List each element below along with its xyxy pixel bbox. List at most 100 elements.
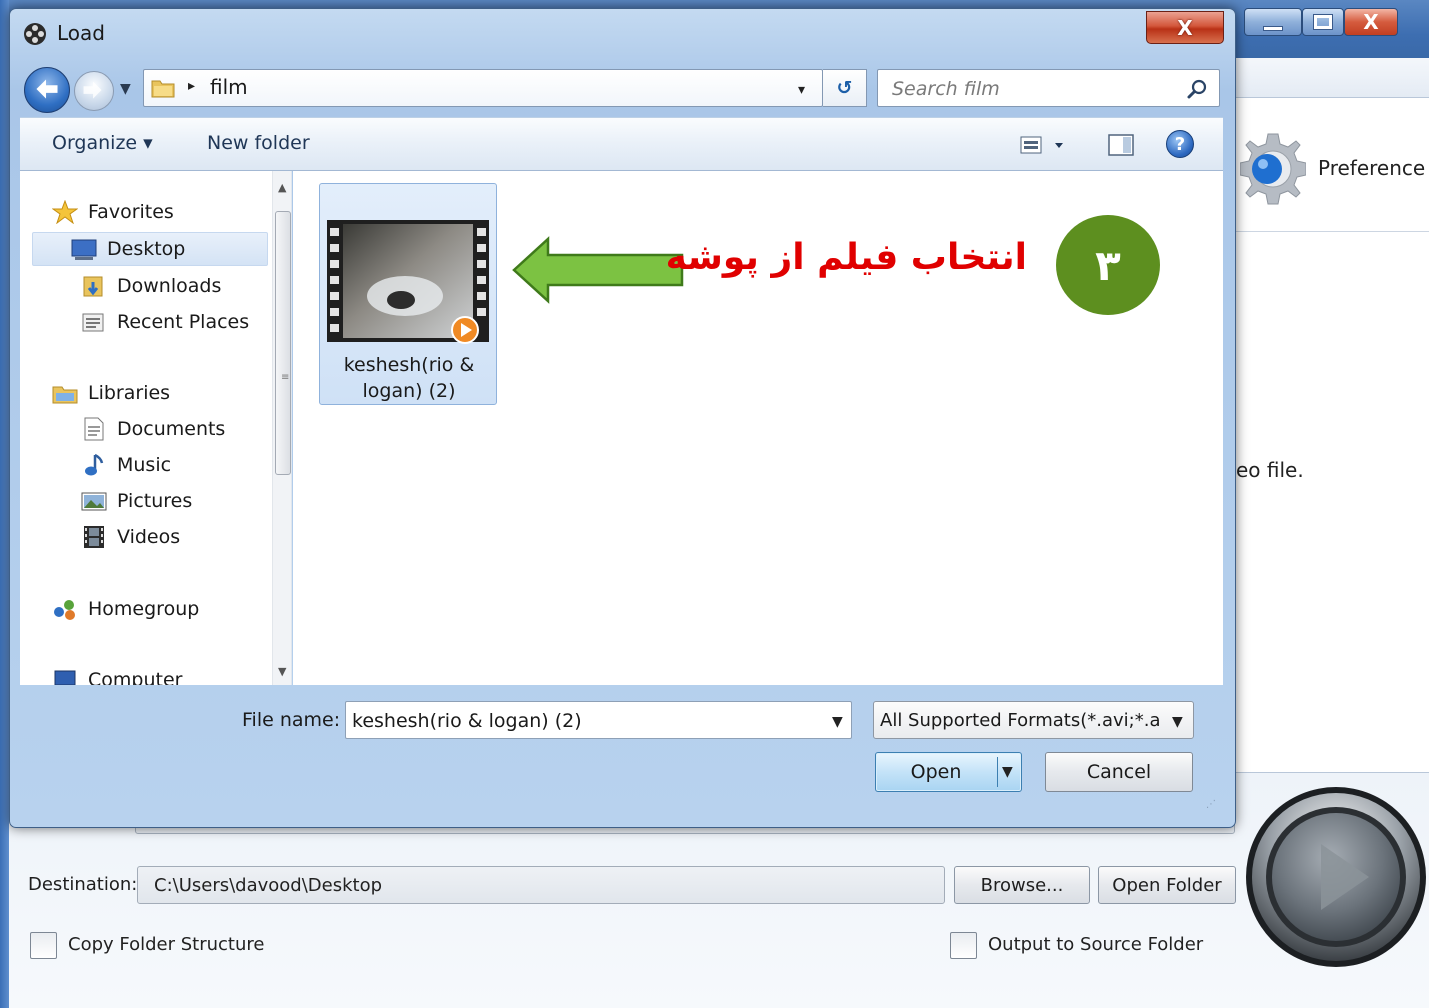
navigation-scrollbar[interactable]: ▲ ≡ ▼ bbox=[272, 171, 291, 685]
nav-label: Pictures bbox=[117, 490, 193, 512]
nav-item-pictures[interactable]: Pictures bbox=[81, 484, 192, 518]
change-view-icon[interactable] bbox=[1015, 132, 1075, 158]
file-name-value: keshesh(rio & logan) (2) bbox=[352, 710, 582, 732]
app-window-border bbox=[0, 0, 9, 1008]
browse-button[interactable]: Browse... bbox=[954, 866, 1090, 904]
navigation-pane: Favorites Desktop Downloads Recent Place… bbox=[20, 171, 292, 685]
nav-item-music[interactable]: Music bbox=[81, 448, 171, 482]
address-dropdown-icon[interactable]: ▾ bbox=[798, 82, 805, 98]
nav-item-desktop[interactable]: Desktop bbox=[32, 232, 268, 266]
nav-label: Homegroup bbox=[88, 598, 200, 620]
preference-button[interactable]: Preference bbox=[1236, 120, 1429, 230]
nav-label: Desktop bbox=[107, 238, 186, 260]
destination-label: Destination: bbox=[28, 874, 138, 895]
app-maximize-button[interactable] bbox=[1302, 8, 1344, 36]
open-folder-button[interactable]: Open Folder bbox=[1098, 866, 1236, 904]
nav-item-videos[interactable]: Videos bbox=[81, 520, 180, 554]
annotation-text: انتخاب فیلم از پوشه bbox=[665, 237, 1027, 278]
preference-label: Preference bbox=[1318, 156, 1426, 180]
music-icon bbox=[85, 453, 104, 476]
recent-places-icon bbox=[82, 313, 104, 332]
back-button[interactable] bbox=[24, 67, 70, 113]
resize-grip-icon[interactable]: ⋰ bbox=[1206, 799, 1216, 810]
file-name-label: File name: bbox=[242, 709, 341, 731]
film-reel-icon bbox=[24, 23, 46, 45]
copy-folder-structure-checkbox[interactable] bbox=[30, 932, 57, 959]
open-options-dropdown-icon[interactable]: ▼ bbox=[1002, 764, 1013, 780]
file-name-dropdown-icon[interactable]: ▼ bbox=[832, 714, 843, 730]
nav-label: Recent Places bbox=[117, 311, 250, 333]
search-input[interactable] bbox=[892, 76, 1172, 102]
app-close-button[interactable]: X bbox=[1344, 8, 1398, 36]
file-item[interactable]: keshesh(rio & logan) (2) bbox=[319, 183, 497, 405]
pictures-icon bbox=[81, 492, 107, 511]
search-box[interactable] bbox=[877, 69, 1220, 107]
open-button[interactable]: Open ▼ bbox=[875, 752, 1022, 792]
split-divider bbox=[997, 757, 998, 787]
nav-label: Music bbox=[117, 454, 172, 476]
forward-arrow-icon bbox=[83, 81, 102, 99]
nav-item-recent-places[interactable]: Recent Places bbox=[81, 305, 249, 339]
address-bar[interactable]: ▸ film ▾ bbox=[143, 69, 823, 107]
nav-label: Downloads bbox=[117, 275, 222, 297]
nav-item-libraries[interactable]: Libraries bbox=[52, 376, 170, 410]
star-icon bbox=[52, 200, 78, 224]
help-icon[interactable]: ? bbox=[1166, 130, 1194, 158]
scrollbar-grip-icon: ≡ bbox=[281, 372, 290, 383]
chevron-down-icon: ▼ bbox=[1172, 714, 1183, 730]
nav-item-homegroup[interactable]: Homegroup bbox=[52, 592, 199, 626]
nav-item-documents[interactable]: Documents bbox=[81, 412, 225, 446]
cancel-button[interactable]: Cancel bbox=[1045, 752, 1193, 792]
app-minimize-button[interactable] bbox=[1244, 8, 1302, 36]
file-type-select[interactable]: All Supported Formats(*.avi;*.a: ▼ bbox=[873, 701, 1194, 739]
gear-icon bbox=[1240, 133, 1306, 205]
search-icon bbox=[1187, 79, 1207, 99]
file-list-pane: keshesh(rio & logan) (2) انتخاب فیلم از … bbox=[293, 171, 1223, 685]
video-thumbnail-icon bbox=[327, 220, 489, 344]
desktop-icon bbox=[71, 239, 97, 260]
step-number-badge: ۳ bbox=[1056, 215, 1160, 315]
breadcrumb-item-film[interactable]: film bbox=[210, 75, 248, 99]
documents-icon bbox=[84, 417, 104, 441]
dialog-close-button[interactable]: X bbox=[1146, 11, 1224, 44]
nav-label: Computer bbox=[88, 669, 183, 685]
output-to-source-label: Output to Source Folder bbox=[988, 934, 1204, 955]
file-name-input[interactable]: keshesh(rio & logan) (2) ▼ bbox=[345, 701, 852, 739]
command-bar: Organize ▾ New folder ? bbox=[20, 117, 1223, 171]
organize-button[interactable]: Organize ▾ bbox=[52, 132, 153, 154]
scroll-down-icon[interactable]: ▼ bbox=[278, 665, 286, 678]
refresh-button[interactable]: ↺ bbox=[823, 69, 867, 107]
dialog-title: Load bbox=[57, 21, 105, 45]
file-type-value: All Supported Formats(*.avi;*.a: bbox=[880, 710, 1160, 731]
libraries-icon bbox=[52, 386, 78, 404]
nav-item-downloads[interactable]: Downloads bbox=[81, 269, 221, 303]
annotation-arrow-icon bbox=[512, 236, 684, 304]
homegroup-icon bbox=[54, 600, 75, 620]
load-dialog: Load X ▼ ▸ film ▾ ↺ Organize ▾ New folde… bbox=[9, 8, 1236, 828]
nav-item-favorites[interactable]: Favorites bbox=[52, 195, 174, 229]
drop-hint-text: eo file. bbox=[1236, 458, 1304, 482]
forward-button[interactable] bbox=[74, 71, 114, 111]
folder-icon bbox=[151, 80, 175, 98]
nav-label: Libraries bbox=[88, 382, 171, 404]
minimize-icon bbox=[1263, 26, 1283, 31]
recent-pages-chevron-icon[interactable]: ▼ bbox=[120, 81, 131, 97]
open-label: Open bbox=[910, 761, 962, 783]
destination-field[interactable]: C:\Users\davood\Desktop bbox=[137, 866, 945, 904]
nav-label: Documents bbox=[117, 418, 226, 440]
maximize-icon bbox=[1313, 14, 1333, 30]
nav-item-computer[interactable]: Computer bbox=[52, 663, 182, 685]
new-folder-button[interactable]: New folder bbox=[207, 132, 310, 154]
videos-icon bbox=[84, 526, 104, 548]
preview-pane-icon[interactable] bbox=[1106, 132, 1136, 158]
scroll-up-icon[interactable]: ▲ bbox=[278, 181, 286, 194]
breadcrumb-separator-icon[interactable]: ▸ bbox=[188, 78, 195, 94]
computer-icon bbox=[54, 670, 76, 685]
output-to-source-checkbox[interactable] bbox=[950, 932, 977, 959]
start-convert-button[interactable] bbox=[1243, 784, 1429, 970]
scrollbar-thumb[interactable]: ≡ bbox=[275, 211, 291, 475]
downloads-icon bbox=[83, 276, 103, 297]
file-name-text: keshesh(rio & logan) (2) bbox=[343, 354, 475, 402]
nav-label: Videos bbox=[117, 526, 181, 548]
app-divider bbox=[1236, 231, 1429, 232]
